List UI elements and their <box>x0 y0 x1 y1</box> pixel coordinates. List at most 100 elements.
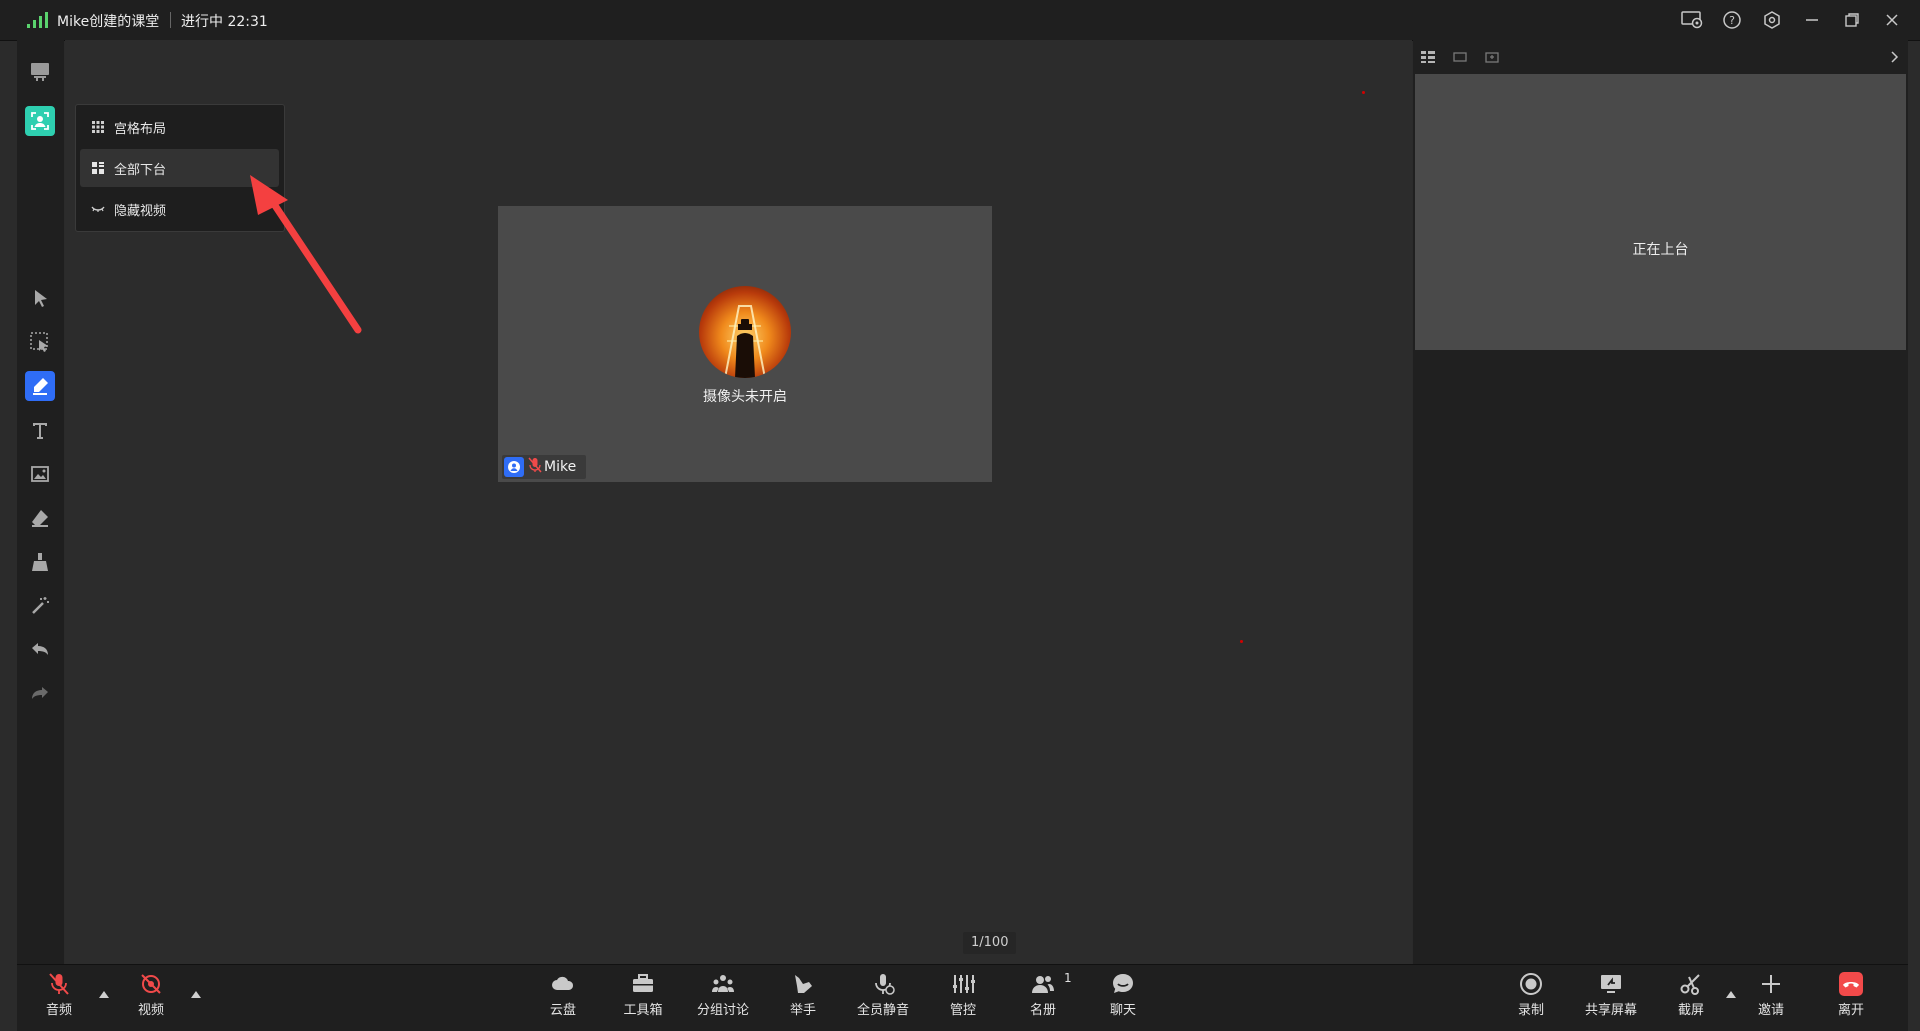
participant-name-tag: Mike <box>502 455 587 479</box>
plus-icon <box>1762 975 1780 993</box>
invite-label: 邀请 <box>1757 1003 1784 1018</box>
settings-icon[interactable] <box>1760 8 1784 32</box>
cloud-drive-button[interactable]: 云盘 <box>531 971 595 1027</box>
classroom-icon[interactable] <box>25 56 55 86</box>
minimize-icon[interactable] <box>1800 8 1824 32</box>
whiteboard-toolbar <box>17 40 64 964</box>
leave-label: 离开 <box>1837 1003 1864 1018</box>
roster-label: 名册 <box>1029 1003 1056 1018</box>
list-layout-icon[interactable] <box>1419 48 1437 66</box>
undo-icon[interactable] <box>25 635 55 665</box>
raise-hand-button[interactable]: 举手 <box>771 971 835 1027</box>
screenshot-label: 截屏 <box>1677 1003 1704 1018</box>
video-layout-icon[interactable] <box>25 106 55 136</box>
group-icon <box>712 975 734 992</box>
chevron-right-icon[interactable] <box>1885 48 1903 66</box>
chat-button[interactable]: 聊天 <box>1091 971 1155 1027</box>
offstage-layout-icon <box>88 162 108 174</box>
image-tool-icon[interactable] <box>25 459 55 489</box>
sliders-icon <box>953 975 975 993</box>
hide-eye-icon <box>88 204 108 214</box>
class-status: 进行中 22:31 <box>181 14 268 30</box>
help-icon[interactable]: ? <box>1720 8 1744 32</box>
onstage-text: 正在上台 <box>1632 242 1689 258</box>
invite-button[interactable]: 邀请 <box>1739 971 1803 1027</box>
group-discussion-button[interactable]: 分组讨论 <box>691 971 755 1027</box>
right-panel-header <box>1413 40 1908 74</box>
eraser-icon[interactable] <box>25 503 55 533</box>
signal-strength-icon <box>27 12 49 28</box>
menu-item-label: 隐藏视频 <box>114 203 167 219</box>
control-button[interactable]: 管控 <box>931 971 995 1027</box>
cloud-label: 云盘 <box>549 1003 576 1018</box>
audio-label: 音频 <box>45 1003 72 1018</box>
magic-wand-icon[interactable] <box>25 591 55 621</box>
participant-name: Mike <box>544 459 577 475</box>
area-select-icon[interactable] <box>25 327 55 357</box>
grid-icon <box>88 121 108 133</box>
pen-icon[interactable] <box>25 371 55 401</box>
group-label: 分组讨论 <box>696 1003 749 1018</box>
title-bar: Mike创建的课堂 进行中 22:31 ? <box>0 0 1920 41</box>
clear-broom-icon[interactable] <box>25 547 55 577</box>
share-screen-icon <box>1601 975 1621 993</box>
screenshot-options-caret[interactable] <box>1726 991 1736 998</box>
hangup-phone-icon <box>1839 972 1863 996</box>
chat-bubble-icon <box>1113 974 1133 993</box>
mic-muted-icon <box>49 973 69 995</box>
mute-all-mic-icon <box>875 974 895 995</box>
record-button[interactable]: 录制 <box>1499 971 1563 1027</box>
leave-button[interactable]: 离开 <box>1819 971 1883 1027</box>
bottom-toolbar: 音频 视频 云盘 工具箱 分组讨论 举手 全员静音 管控 名册 1 聊天 录制 <box>17 964 1908 1031</box>
svg-text:?: ? <box>1729 14 1735 27</box>
video-options-caret[interactable] <box>191 991 201 998</box>
video-label: 视频 <box>137 1003 164 1018</box>
audio-button[interactable]: 音频 <box>27 971 91 1027</box>
class-title: Mike创建的课堂 <box>57 14 160 30</box>
toolbox-icon <box>633 974 653 992</box>
right-panel: 正在上台 <box>1413 40 1908 964</box>
close-icon[interactable] <box>1880 8 1904 32</box>
annotation-arrow <box>250 175 362 334</box>
raise-hand-icon <box>795 975 812 993</box>
mute-all-button[interactable]: 全员静音 <box>851 971 915 1027</box>
chat-label: 聊天 <box>1109 1003 1136 1018</box>
title-divider <box>170 12 171 28</box>
share-screen-label: 共享屏幕 <box>1584 1003 1637 1018</box>
red-dot-mark <box>1240 640 1243 643</box>
video-tile[interactable]: 摄像头未开启 Mike <box>498 206 992 482</box>
screenshot-button[interactable]: 截屏 <box>1659 971 1723 1027</box>
text-tool-icon[interactable] <box>25 415 55 445</box>
menu-item-label: 宫格布局 <box>114 121 167 137</box>
toolbox-label: 工具箱 <box>623 1003 663 1018</box>
screen-view-icon[interactable] <box>1451 48 1469 66</box>
menu-item-grid-layout[interactable]: 宫格布局 <box>80 108 279 146</box>
page-indicator: 1/100 <box>963 932 1017 954</box>
camera-switch-icon[interactable] <box>1483 48 1501 66</box>
select-arrow-icon[interactable] <box>25 283 55 313</box>
video-button[interactable]: 视频 <box>119 971 183 1027</box>
audio-options-caret[interactable] <box>99 991 109 998</box>
onstage-area: 正在上台 <box>1415 74 1906 350</box>
toolbox-button[interactable]: 工具箱 <box>611 971 675 1027</box>
red-dot-mark <box>1362 91 1365 94</box>
mic-muted-icon <box>528 457 542 477</box>
record-icon <box>1520 973 1542 995</box>
restore-icon[interactable] <box>1840 8 1864 32</box>
record-label: 录制 <box>1517 1003 1544 1018</box>
camera-off-icon <box>141 974 161 994</box>
roster-people-icon <box>1032 976 1054 993</box>
user-role-icon <box>504 457 524 477</box>
mute-all-label: 全员静音 <box>856 1003 909 1018</box>
raise-hand-label: 举手 <box>789 1003 816 1018</box>
avatar <box>699 286 791 378</box>
screen-record-icon[interactable] <box>1680 8 1704 32</box>
redo-icon[interactable] <box>25 679 55 709</box>
roster-count-badge: 1 <box>1064 971 1072 985</box>
camera-off-text: 摄像头未开启 <box>703 389 787 405</box>
control-label: 管控 <box>949 1003 976 1018</box>
scissors-icon <box>1680 974 1700 995</box>
share-screen-button[interactable]: 共享屏幕 <box>1579 971 1643 1027</box>
cloud-icon <box>552 976 574 990</box>
menu-item-label: 全部下台 <box>114 162 167 178</box>
